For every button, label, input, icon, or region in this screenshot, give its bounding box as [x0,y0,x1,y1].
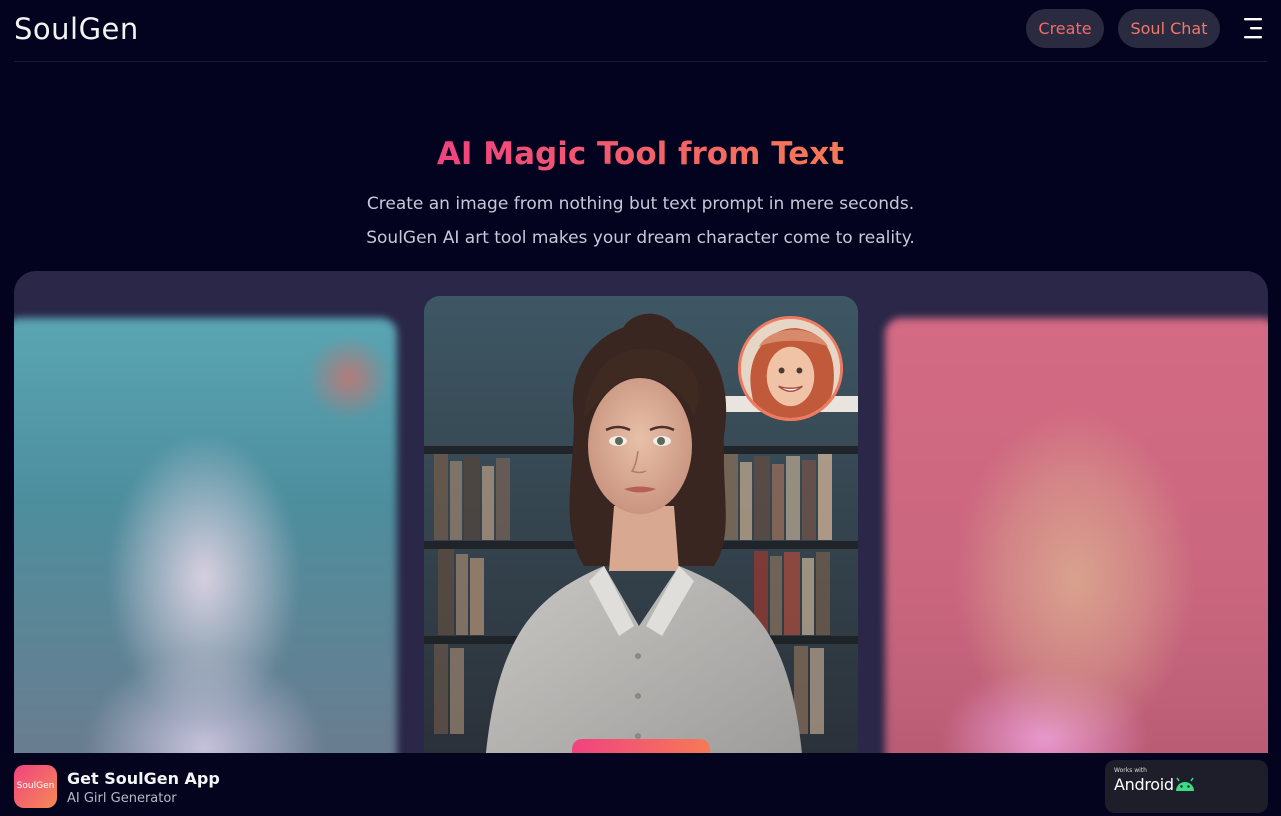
menu-icon[interactable] [1242,16,1264,40]
hero-title: AI Magic Tool from Text [436,136,845,172]
header-divider [14,61,1267,62]
android-robot-icon [1176,777,1194,791]
hero-title-container: AI Magic Tool from Text [0,136,1281,172]
carousel-card-center[interactable] [424,296,858,771]
image-carousel [14,271,1268,771]
app-download-bar: SoulGen Get SoulGen App AI Girl Generato… [0,753,1281,816]
android-label: Android [1114,775,1174,794]
soul-chat-button[interactable]: Soul Chat [1118,9,1220,48]
logo[interactable]: SoulGen [14,12,139,46]
hero-subtitle-line-1: Create an image from nothing but text pr… [366,194,915,214]
hero-subtitle-line-2: SoulGen AI art tool makes your dream cha… [366,228,915,248]
create-button[interactable]: Create [1026,9,1104,48]
app-title[interactable]: Get SoulGen App [67,769,220,788]
carousel-card-left[interactable] [14,318,397,771]
android-download-button[interactable]: Works with Android [1105,760,1268,813]
carousel-card-right[interactable] [885,318,1268,771]
soulgen-app-icon[interactable]: SoulGen [14,765,57,808]
header: SoulGen Create Soul Chat [0,0,1281,62]
app-subtitle: AI Girl Generator [67,791,177,806]
works-with-label: Works with [1114,767,1147,774]
reference-avatar-image [738,316,843,421]
